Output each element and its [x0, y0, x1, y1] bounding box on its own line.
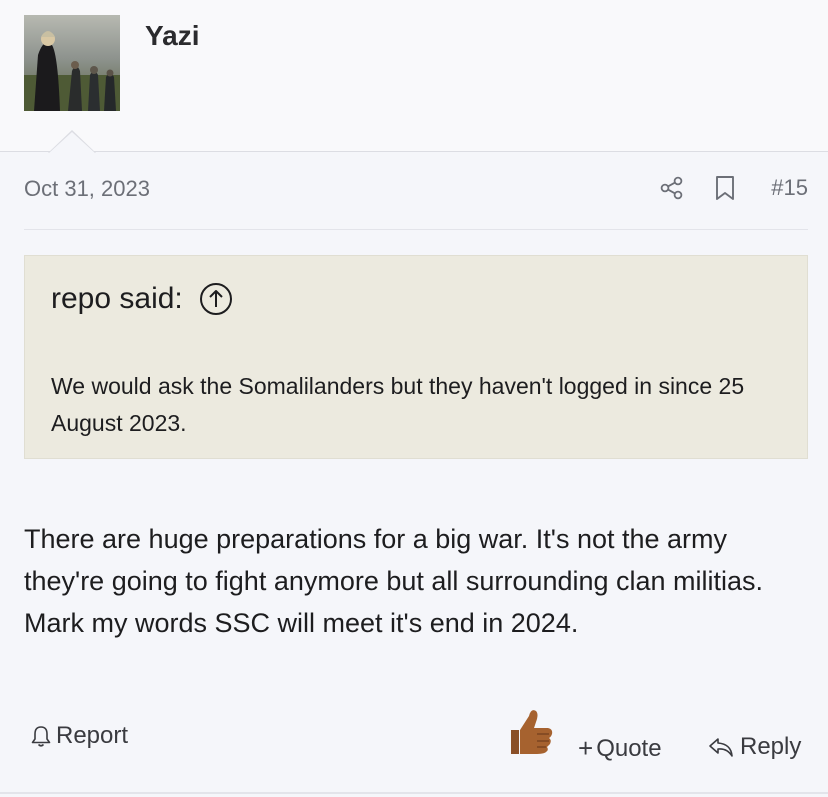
- quote-block: repo said: We would ask the Somalilander…: [24, 255, 808, 459]
- user-avatar[interactable]: [24, 15, 120, 111]
- username[interactable]: Yazi: [145, 20, 199, 52]
- bookmark-icon[interactable]: [713, 175, 737, 201]
- thumbs-up-icon[interactable]: [505, 706, 555, 758]
- quote-header: repo said:: [51, 282, 233, 316]
- header-pointer-fill: [49, 132, 95, 153]
- reply-label: Reply: [740, 733, 802, 760]
- post-number[interactable]: #15: [771, 175, 808, 201]
- share-icon[interactable]: [659, 175, 685, 201]
- plus-icon: +: [578, 733, 594, 763]
- post-meta-actions: #15: [659, 172, 808, 204]
- post-date[interactable]: Oct 31, 2023: [24, 176, 150, 202]
- reply-button[interactable]: Reply: [707, 733, 801, 761]
- user-header: Yazi: [0, 0, 828, 152]
- arrow-up-circle-icon[interactable]: [199, 282, 233, 316]
- avatar-image: [24, 15, 120, 111]
- quote-text: We would ask the Somalilanders but they …: [51, 373, 745, 436]
- quote-author: repo said:: [51, 282, 183, 315]
- report-button[interactable]: Report: [30, 722, 128, 750]
- meta-divider: [24, 229, 808, 230]
- post-bottom-border: [0, 792, 828, 794]
- post-footer: Report + Quote Reply: [0, 700, 828, 797]
- post-meta: Oct 31, 2023 #15: [24, 168, 808, 212]
- quote-label: Quote: [596, 734, 662, 762]
- reply-icon: [709, 738, 733, 757]
- bell-icon: [31, 726, 51, 747]
- post-body: There are huge preparations for a big wa…: [24, 524, 764, 638]
- quote-button[interactable]: + Quote: [578, 733, 662, 764]
- report-label: Report: [56, 722, 129, 749]
